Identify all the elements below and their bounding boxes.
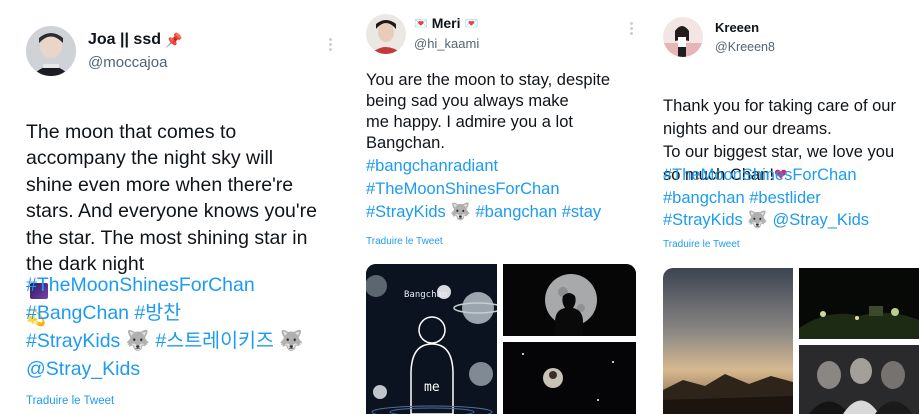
tweet-image-3[interactable] (799, 345, 919, 414)
user-handle[interactable]: @hi_kaami (414, 36, 479, 51)
display-name[interactable]: Joa || ssd 📌 (88, 31, 182, 49)
avatar[interactable] (366, 14, 406, 54)
tweet-text: You are the moon to stay, despite being … (366, 71, 610, 152)
translate-tweet-link[interactable]: Traduire le Tweet (26, 395, 114, 407)
tweet-media-grid (663, 268, 919, 414)
avatar[interactable] (26, 26, 76, 76)
heart-emoji-icon: 💌 (464, 17, 479, 30)
user-handle[interactable]: @Kreeen8 (715, 40, 775, 54)
display-name[interactable]: 💌 Meri 💌 (414, 15, 478, 31)
display-name[interactable]: Kreeen (715, 20, 759, 35)
tweet-card-1[interactable]: Joa || ssd 📌 @moccajoa The moon that com… (0, 0, 352, 414)
tweet-media-grid: Bangchan me (366, 264, 636, 414)
user-handle[interactable]: @moccajoa (88, 54, 167, 71)
tweet-hashtags[interactable]: #bangchanradiant #TheMoonShinesForChan #… (366, 155, 653, 224)
tweet-hashtags[interactable]: #TheMoonShinesForChan #bangchan #bestlid… (663, 164, 919, 232)
image-caption: me (424, 380, 440, 395)
heart-emoji-icon: 💌 (414, 17, 428, 30)
tweet-hashtags[interactable]: #TheMoonShinesForChan #BangChan #방찬 #Str… (26, 271, 352, 383)
tweet-image-1[interactable]: Bangchan me (366, 264, 503, 414)
avatar[interactable] (663, 17, 703, 57)
tweet-image-2[interactable] (799, 268, 919, 339)
tweet-card-2[interactable]: 💌 Meri 💌 @hi_kaami You are the moon to s… (352, 0, 653, 414)
tweet-image-3[interactable] (503, 342, 636, 414)
tweet-image-1[interactable] (663, 268, 793, 414)
more-options-icon[interactable] (628, 20, 634, 37)
translate-tweet-link[interactable]: Traduire le Tweet (366, 236, 443, 247)
tweet-image-2[interactable] (503, 264, 636, 336)
pushpin-icon: 📌 (164, 31, 183, 48)
more-options-icon[interactable] (327, 36, 333, 53)
translate-tweet-link[interactable]: Traduire le Tweet (663, 239, 740, 250)
image-caption: Bangchan (404, 290, 448, 300)
tweet-card-3[interactable]: Kreeen @Kreeen8 Thank you for taking car… (653, 0, 919, 414)
